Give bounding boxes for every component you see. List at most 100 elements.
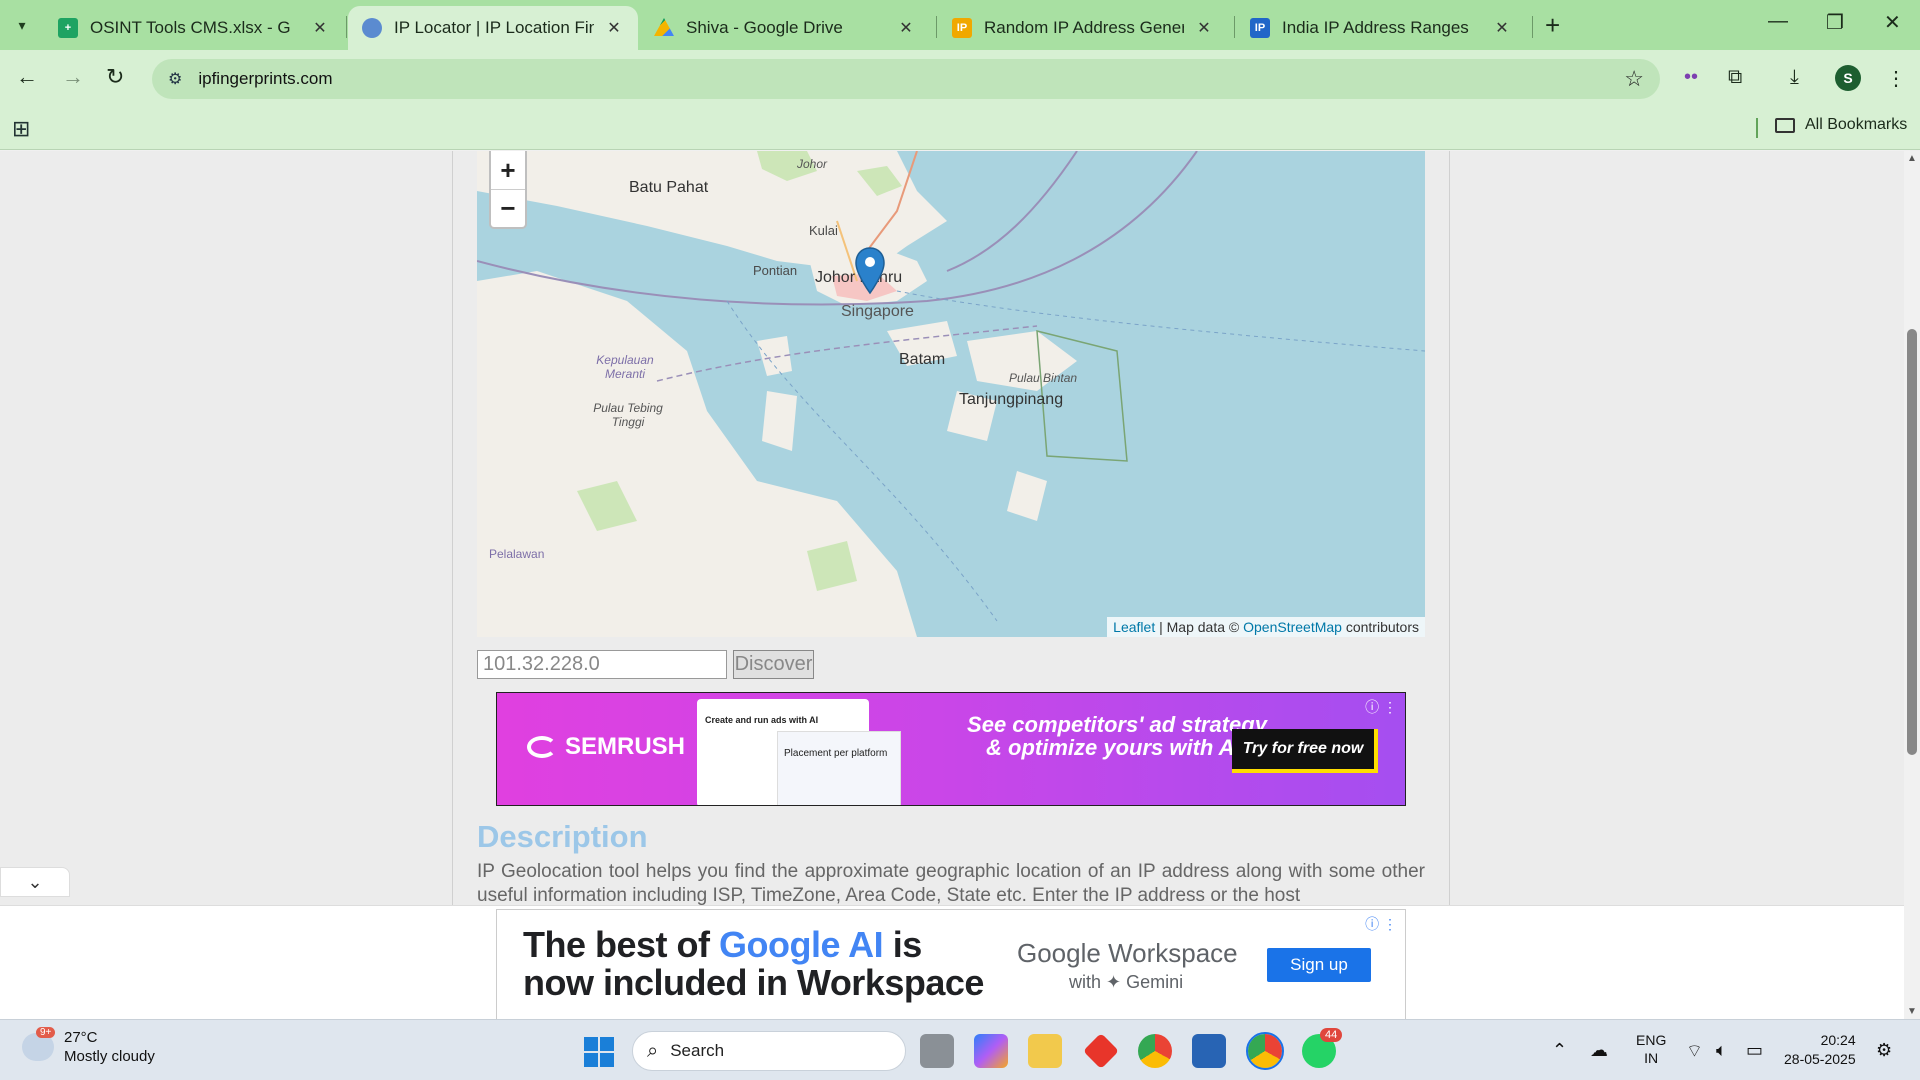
close-icon[interactable]: ✕ xyxy=(1492,18,1512,38)
battery-icon[interactable]: ▭ xyxy=(1746,1040,1763,1061)
whatsapp-badge: 44 xyxy=(1320,1028,1343,1042)
scroll-down-icon[interactable]: ▼ xyxy=(1907,1006,1917,1017)
close-icon[interactable]: ✕ xyxy=(1194,18,1214,38)
reload-icon[interactable]: ↻ xyxy=(106,64,124,90)
openstreetmap-link[interactable]: OpenStreetMap xyxy=(1243,619,1342,635)
location-map[interactable]: + − Batu Pahat Johor Kulai Pontian Johor… xyxy=(477,151,1425,637)
tab-random-ip[interactable]: IP Random IP Address Generator, ✕ xyxy=(938,6,1228,50)
tab-title: Shiva - Google Drive xyxy=(686,18,843,37)
map-label: Pelalawan xyxy=(489,547,545,561)
map-label: Kepulauan Meranti xyxy=(596,353,654,381)
url-text: ipfingerprints.com xyxy=(198,69,333,88)
zoom-out-button[interactable]: − xyxy=(491,189,525,227)
language-indicator[interactable]: ENG IN xyxy=(1636,1031,1666,1067)
site-settings-icon[interactable]: ⚙ xyxy=(168,69,182,89)
ad-cta-button[interactable]: Try for free now xyxy=(1232,729,1378,773)
semrush-mark-icon xyxy=(527,736,557,758)
clock[interactable]: 20:24 28-05-2025 xyxy=(1784,1031,1856,1069)
wifi-icon[interactable]: ⌔ xyxy=(1686,1040,1703,1063)
tab-osint-sheet[interactable]: + OSINT Tools CMS.xlsx - Google ✕ xyxy=(44,6,344,50)
description-text: IP Geolocation tool helps you find the a… xyxy=(477,861,1425,906)
semrush-ad-banner[interactable]: SEMRUSH Create and run ads with AI Place… xyxy=(496,692,1406,806)
minimize-icon[interactable]: — xyxy=(1768,10,1788,33)
extensions-puzzle-icon[interactable]: ⧉ xyxy=(1728,66,1742,89)
tab-search-chevron-icon[interactable]: ▾ xyxy=(8,12,36,38)
all-bookmarks-button[interactable]: All Bookmarks xyxy=(1775,116,1907,134)
map-label: Batu Pahat xyxy=(629,179,709,196)
search-icon: ⌕ xyxy=(647,1039,659,1062)
map-zoom-control: + − xyxy=(489,151,527,229)
chevron-down-icon[interactable]: ⌄ xyxy=(0,867,70,897)
tab-ip-locator[interactable]: IP Locator | IP Location Finder | ✕ xyxy=(348,6,638,50)
volume-icon[interactable]: 🔈︎ xyxy=(1716,1040,1727,1061)
location-marker-icon[interactable] xyxy=(855,247,885,295)
ad-info-icon[interactable]: ⓘ ⋮ xyxy=(1365,697,1397,717)
extension-icon[interactable]: •• xyxy=(1684,66,1698,89)
sign-up-button[interactable]: Sign up xyxy=(1267,948,1371,982)
tab-google-drive[interactable]: Shiva - Google Drive ✕ xyxy=(640,6,930,50)
onedrive-icon[interactable]: ☁ xyxy=(1590,1040,1608,1061)
copilot-icon[interactable] xyxy=(974,1034,1008,1068)
back-arrow-icon[interactable]: ← xyxy=(16,64,38,90)
tab-divider xyxy=(1234,16,1235,38)
windows-start-icon[interactable] xyxy=(584,1037,614,1067)
taskbar-search[interactable]: ⌕ Search xyxy=(632,1031,906,1071)
ad-screenshot-secondary: Placement per platform xyxy=(777,731,901,805)
tab-divider xyxy=(1532,16,1533,38)
zoom-in-button[interactable]: + xyxy=(491,151,525,189)
tab-title: IP Locator | IP Location Finder | xyxy=(394,18,594,37)
clock-time: 20:24 xyxy=(1820,1032,1856,1048)
scroll-up-icon[interactable]: ▲ xyxy=(1907,153,1917,164)
address-bar[interactable]: ⚙ ipfingerprints.com ☆ xyxy=(152,59,1660,99)
leaflet-link[interactable]: Leaflet xyxy=(1113,619,1155,635)
window-close-icon[interactable]: ✕ xyxy=(1884,10,1901,35)
map-label: Pulau Tebing Tinggi xyxy=(593,401,663,429)
profile-avatar[interactable]: S xyxy=(1835,65,1861,91)
apps-grid-icon[interactable]: ⊞ xyxy=(12,116,30,142)
ip-address-input[interactable] xyxy=(477,650,727,679)
close-icon[interactable]: ✕ xyxy=(604,18,624,38)
ad-headline-text: now included in Workspace xyxy=(523,962,984,1003)
scroll-thumb[interactable] xyxy=(1907,329,1917,755)
drive-icon xyxy=(654,18,674,36)
tab-title: Random IP Address Generator, xyxy=(984,18,1184,37)
globe-icon xyxy=(362,18,382,38)
chrome-icon[interactable] xyxy=(1138,1034,1172,1068)
map-label: Singapore xyxy=(841,303,914,320)
notifications-icon[interactable]: ⚙ xyxy=(1876,1040,1892,1061)
ad-info-icon[interactable]: ⓘ ⋮ xyxy=(1365,914,1397,934)
windows-taskbar: 9+ 27°C Mostly cloudy ⌕ Search 44 ⌃ ☁ EN… xyxy=(0,1019,1920,1080)
chevron-up-icon[interactable]: ⌃ xyxy=(1552,1040,1567,1061)
description-heading: Description xyxy=(477,819,648,854)
task-view-icon[interactable] xyxy=(920,1034,954,1068)
ad-brand: Google Workspace xyxy=(1017,938,1238,968)
close-icon[interactable]: ✕ xyxy=(310,18,330,38)
tab-india-ip[interactable]: IP India IP Address Ranges ✕ xyxy=(1236,6,1526,50)
sheets-icon: + xyxy=(58,18,78,38)
map-label: Pontian xyxy=(753,263,798,278)
restore-icon[interactable]: ❐ xyxy=(1826,10,1844,35)
google-workspace-ad[interactable]: The best of Google AI is now included in… xyxy=(496,909,1406,1019)
map-label: Johor xyxy=(797,157,828,171)
tab-title: India IP Address Ranges xyxy=(1282,18,1469,37)
taskbar-search-label: Search xyxy=(670,1041,725,1060)
lang-region: IN xyxy=(1644,1050,1659,1066)
weather-widget[interactable]: 9+ 27°C Mostly cloudy xyxy=(22,1027,155,1066)
tab-divider xyxy=(346,16,347,38)
discover-button[interactable]: Discover xyxy=(733,650,814,679)
close-icon[interactable]: ✕ xyxy=(896,18,916,38)
menu-kebab-icon[interactable]: ⋮ xyxy=(1886,66,1906,91)
ad-screenshot-title: Create and run ads with AI xyxy=(705,715,819,725)
file-explorer-icon[interactable] xyxy=(1028,1034,1062,1068)
semrush-logo: SEMRUSH xyxy=(527,733,685,761)
bookmark-star-icon[interactable]: ☆ xyxy=(1624,66,1644,92)
new-tab-plus-icon[interactable]: + xyxy=(1545,10,1560,41)
forward-arrow-icon[interactable]: → xyxy=(62,64,84,90)
download-icon[interactable]: ⤓ xyxy=(1790,66,1799,89)
folder-icon xyxy=(1775,117,1795,133)
powershell-icon[interactable] xyxy=(1192,1034,1226,1068)
lang-code: ENG xyxy=(1636,1032,1667,1048)
page-scrollbar[interactable]: ▲ ▼ xyxy=(1904,151,1920,1019)
chrome-profile-icon[interactable] xyxy=(1246,1032,1284,1070)
app-diamond-icon[interactable] xyxy=(1082,1032,1120,1070)
